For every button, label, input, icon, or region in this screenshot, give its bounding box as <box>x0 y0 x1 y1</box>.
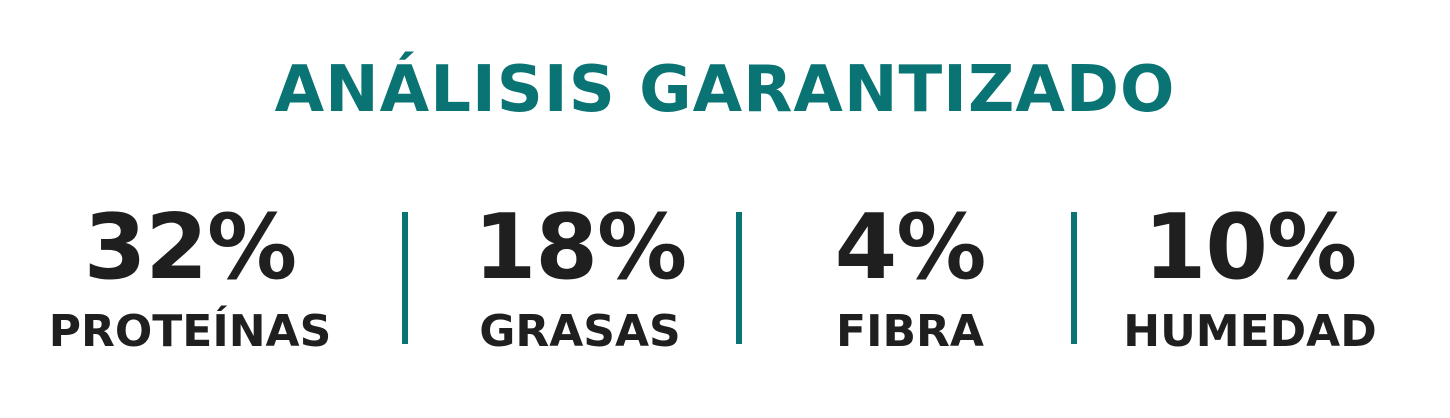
analysis-stats: 32% PROTEÍNAS 18% GRASAS 4% FIBRA 10% HU… <box>0 0 1450 418</box>
stat-value: 18% <box>473 195 687 300</box>
stat-label: PROTEÍNAS <box>48 306 332 357</box>
stat-label: GRASAS <box>479 306 681 357</box>
stat-value: 10% <box>1143 195 1357 300</box>
stat-value: 4% <box>834 195 987 300</box>
stat-value: 32% <box>83 195 297 300</box>
stat-label: FIBRA <box>836 306 984 357</box>
stat-grasas: 18% GRASAS <box>430 200 730 358</box>
stat-label: HUMEDAD <box>1123 306 1377 357</box>
stat-humedad: 10% HUMEDAD <box>1100 200 1400 358</box>
stat-divider <box>1071 212 1077 344</box>
stat-divider <box>402 212 408 344</box>
stat-proteinas: 32% PROTEÍNAS <box>40 200 340 358</box>
stat-divider <box>736 212 742 344</box>
stat-fibra: 4% FIBRA <box>760 200 1060 358</box>
